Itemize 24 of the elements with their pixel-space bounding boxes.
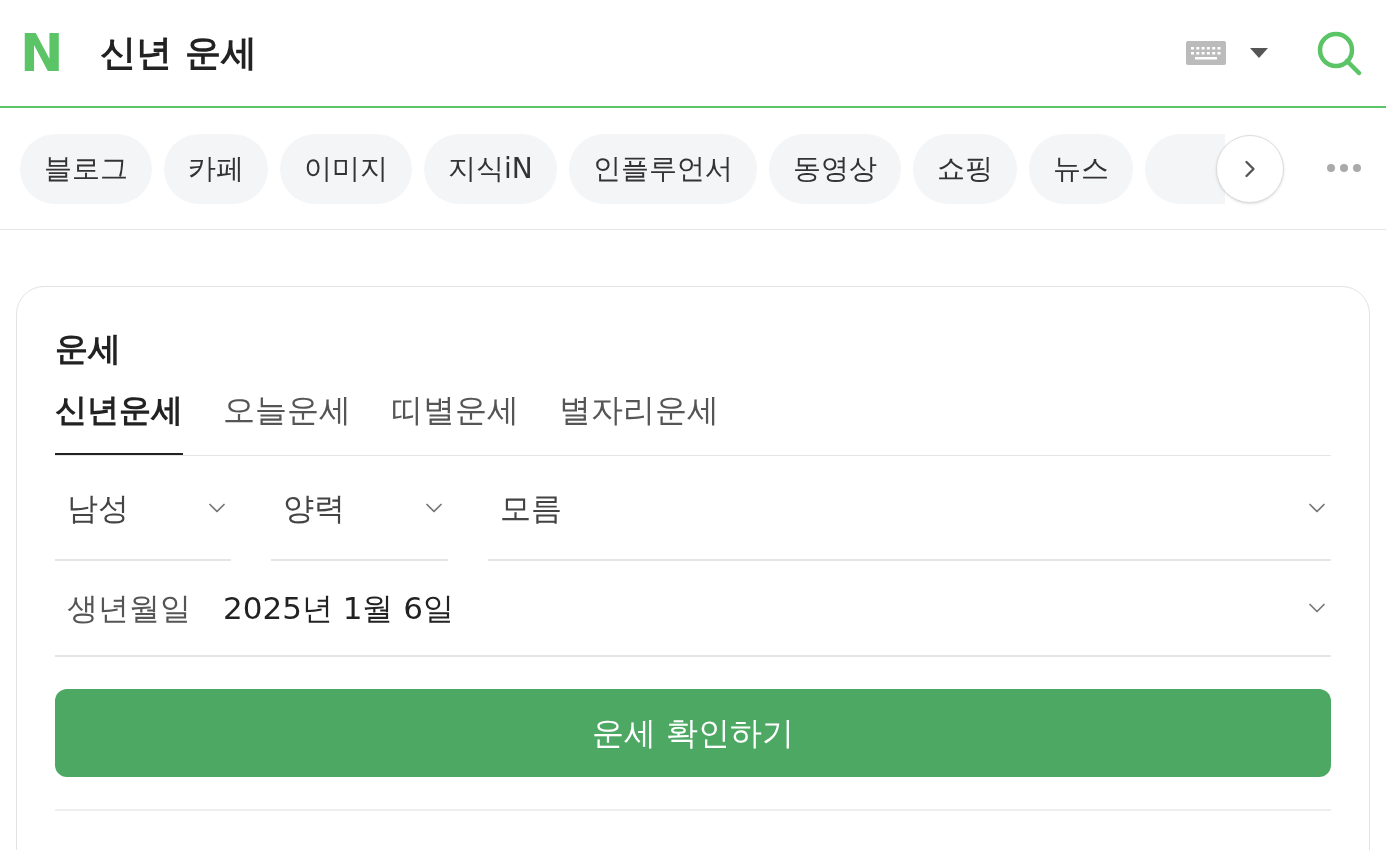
field-value: 2025년 1월 6일 — [223, 588, 456, 628]
dropdown-select[interactable]: 양력 — [271, 457, 448, 561]
fortune-tab[interactable]: 오늘운세 — [223, 383, 351, 455]
category-chip[interactable]: 이미지 — [280, 133, 412, 204]
category-chip[interactable]: 동영상 — [768, 133, 901, 204]
next-button[interactable] — [1216, 135, 1284, 203]
search-icon[interactable] — [1316, 30, 1362, 76]
fortune-tab[interactable]: 띠별운세 — [391, 383, 519, 455]
birth-date-select[interactable]: 생년월일 2025년 1월 6일 — [55, 561, 1331, 657]
category-chip[interactable]: 쇼핑 — [912, 133, 1017, 204]
category-chip[interactable]: 인플루언서 — [568, 133, 757, 204]
dropdown-select[interactable]: 모름 — [488, 457, 1331, 561]
category-chip[interactable]: 블로그 — [20, 133, 152, 204]
fortune-tab[interactable]: 신년운세 — [55, 383, 183, 455]
dropdown-select[interactable]: 남성 — [55, 457, 231, 561]
category-chip[interactable]: 카페 — [164, 133, 268, 204]
dropdown-caret-icon[interactable] — [1250, 48, 1268, 58]
category-chip[interactable]: 뉴스 — [1028, 133, 1133, 204]
card-title: 운세 — [55, 328, 122, 370]
fortune-tab[interactable]: 별자리운세 — [559, 383, 719, 455]
page-title: 신년 운세 — [100, 31, 257, 75]
keyboard-icon[interactable] — [1186, 41, 1226, 65]
category-chip[interactable]: 지식iN — [424, 133, 557, 204]
field-label: 생년월일 — [67, 588, 191, 628]
